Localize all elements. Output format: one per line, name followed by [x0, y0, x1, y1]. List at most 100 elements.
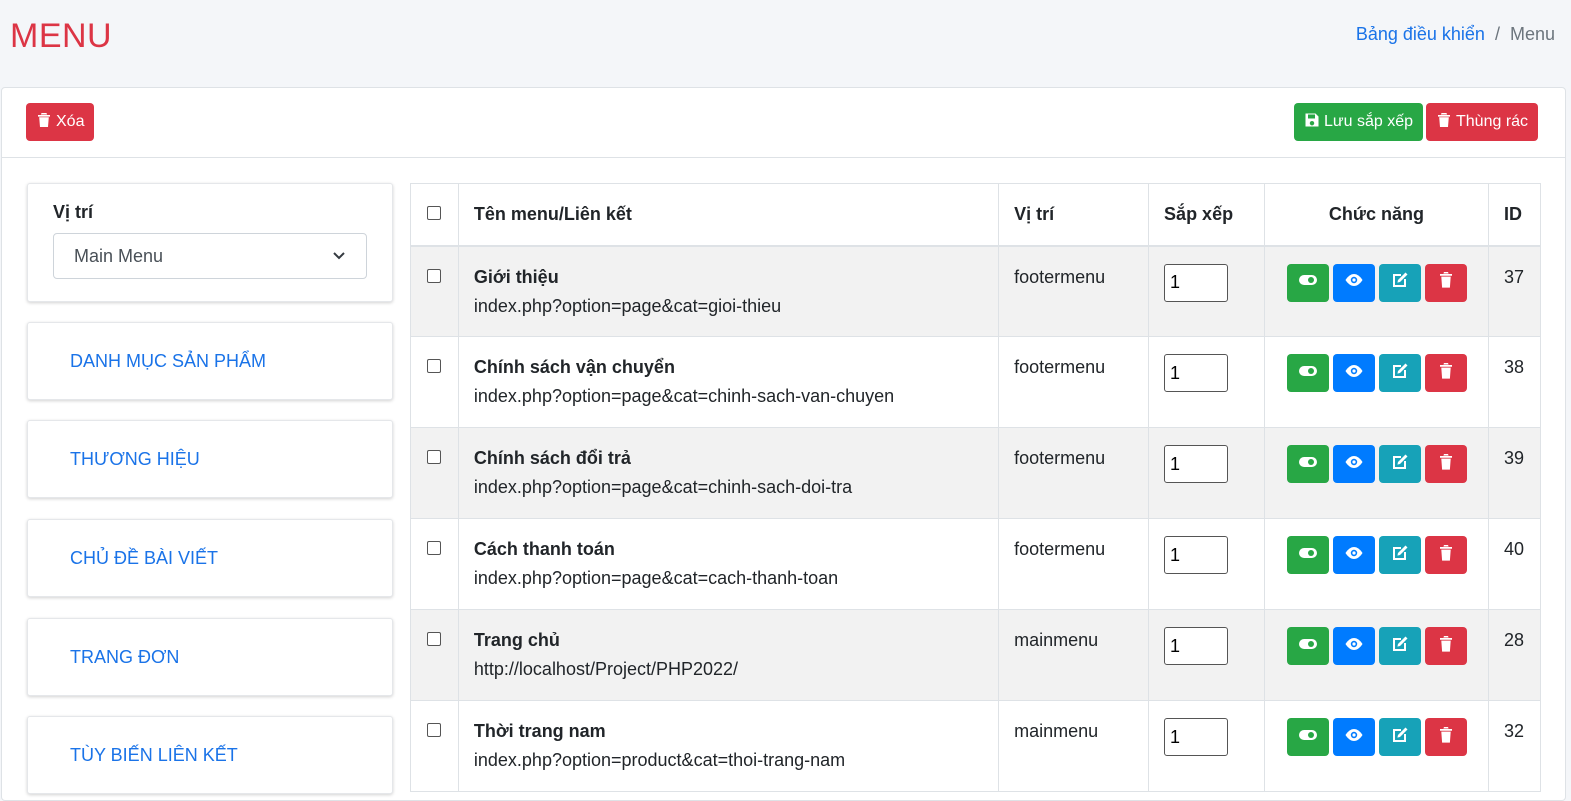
breadcrumb-current: Menu	[1509, 24, 1555, 44]
sort-order-input[interactable]	[1164, 263, 1229, 302]
table-header-row: Tên menu/Liên kết Vị trí Sắp xếp Chức nă…	[410, 183, 1542, 247]
menu-link: index.php?option=page&cat=chinh-sach-van…	[473, 386, 895, 406]
edit-button[interactable]	[1378, 536, 1421, 574]
row-select-cell	[410, 609, 459, 701]
delete-row-button[interactable]	[1424, 627, 1467, 665]
toggle-status-button[interactable]	[1286, 718, 1329, 756]
edit-icon	[1390, 361, 1410, 386]
page-title: MENU	[10, 17, 113, 55]
position-select-value: Main Menu	[74, 245, 164, 266]
edit-button[interactable]	[1378, 445, 1421, 483]
toggle-on-icon	[1298, 452, 1318, 477]
row-checkbox[interactable]	[427, 450, 442, 464]
edit-button[interactable]	[1378, 718, 1421, 756]
sidebar-link-custom-link[interactable]: TÙY BIẾN LIÊN KẾT	[27, 716, 393, 794]
view-button[interactable]	[1332, 536, 1375, 574]
row-name-cell: Cách thanh toán index.php?option=page&ca…	[457, 518, 1000, 610]
delete-button-label: Xóa	[56, 113, 85, 130]
menu-id: 38	[1487, 336, 1542, 428]
row-checkbox[interactable]	[427, 359, 442, 373]
row-select-cell	[410, 245, 459, 337]
trash-button[interactable]: Thùng rác	[1426, 103, 1539, 141]
menu-position: footermenu	[998, 427, 1150, 519]
eye-icon	[1344, 361, 1364, 386]
menu-id: 28	[1487, 609, 1542, 701]
menu-position: footermenu	[998, 245, 1150, 337]
select-all-checkbox[interactable]	[427, 205, 442, 220]
sidebar-link-single-page[interactable]: TRANG ĐƠN	[27, 618, 393, 696]
row-checkbox[interactable]	[427, 632, 442, 646]
main-card: Xóa Lưu sắp xếp Thùng rác Vị trí Main Me…	[1, 87, 1566, 801]
table-row: Trang chủ http://localhost/Project/PHP20…	[410, 609, 1542, 701]
edit-button[interactable]	[1378, 354, 1421, 392]
sidebar-link-product-category[interactable]: DANH MỤC SẢN PHẨM	[27, 322, 393, 400]
table-row: Chính sách đổi trả index.php?option=page…	[410, 427, 1542, 519]
toggle-status-button[interactable]	[1286, 263, 1329, 302]
sort-order-input[interactable]	[1164, 536, 1229, 574]
row-sort-cell	[1148, 609, 1265, 701]
menu-link: index.php?option=product&cat=thoi-trang-…	[473, 750, 846, 770]
sort-order-input[interactable]	[1164, 718, 1229, 756]
menu-position: mainmenu	[998, 609, 1150, 701]
delete-row-button[interactable]	[1424, 445, 1467, 483]
save-icon	[1304, 112, 1320, 133]
toggle-status-button[interactable]	[1286, 445, 1329, 483]
row-actions-cell	[1263, 518, 1489, 610]
edit-icon	[1390, 452, 1410, 477]
row-checkbox[interactable]	[427, 541, 442, 555]
row-select-cell	[410, 700, 459, 792]
chevron-down-icon	[332, 246, 346, 267]
trash-icon	[1436, 361, 1456, 386]
toggle-status-button[interactable]	[1286, 536, 1329, 574]
header-sort: Sắp xếp	[1148, 183, 1265, 247]
sidebar-link-brand[interactable]: THƯƠNG HIỆU	[27, 420, 393, 498]
row-sort-cell	[1148, 700, 1265, 792]
toggle-status-button[interactable]	[1286, 354, 1329, 392]
row-name-cell: Thời trang nam index.php?option=product&…	[457, 700, 1000, 792]
view-button[interactable]	[1332, 263, 1375, 302]
trash-icon	[1436, 634, 1456, 659]
trash-icon	[1436, 725, 1456, 750]
delete-row-button[interactable]	[1424, 536, 1467, 574]
toggle-on-icon	[1298, 634, 1318, 659]
row-sort-cell	[1148, 427, 1265, 519]
menu-position: footermenu	[998, 518, 1150, 610]
card-header: Xóa Lưu sắp xếp Thùng rác	[2, 88, 1565, 158]
table-row: Chính sách vận chuyển index.php?option=p…	[410, 336, 1542, 428]
view-button[interactable]	[1332, 445, 1375, 483]
row-select-cell	[410, 427, 459, 519]
sort-order-input[interactable]	[1164, 354, 1229, 392]
save-order-button[interactable]: Lưu sắp xếp	[1294, 103, 1423, 141]
toggle-on-icon	[1298, 725, 1318, 750]
sort-order-input[interactable]	[1164, 627, 1229, 665]
view-button[interactable]	[1332, 627, 1375, 665]
eye-icon	[1344, 543, 1364, 568]
edit-button[interactable]	[1378, 627, 1421, 665]
menu-position: mainmenu	[998, 700, 1150, 792]
view-button[interactable]	[1332, 718, 1375, 756]
trash-icon	[1436, 270, 1456, 295]
row-name-cell: Chính sách đổi trả index.php?option=page…	[457, 427, 1000, 519]
view-button[interactable]	[1332, 354, 1375, 392]
delete-row-button[interactable]	[1424, 354, 1467, 392]
eye-icon	[1344, 725, 1364, 750]
menu-id: 32	[1487, 700, 1542, 792]
toggle-status-button[interactable]	[1286, 627, 1329, 665]
breadcrumb-home-link[interactable]: Bảng điều khiển	[1356, 24, 1485, 45]
eye-icon	[1344, 452, 1364, 477]
sidebar-link-post-topic[interactable]: CHỦ ĐỀ BÀI VIẾT	[27, 519, 393, 597]
edit-button[interactable]	[1378, 263, 1421, 302]
trash-icon	[1436, 112, 1452, 133]
sort-order-input[interactable]	[1164, 445, 1229, 483]
delete-button[interactable]: Xóa	[26, 103, 95, 141]
position-select[interactable]: Main Menu	[53, 233, 367, 279]
menu-name: Chính sách đổi trả	[473, 448, 631, 468]
row-checkbox[interactable]	[427, 723, 442, 737]
row-checkbox[interactable]	[427, 268, 442, 283]
edit-icon	[1390, 270, 1410, 295]
delete-row-button[interactable]	[1424, 263, 1467, 302]
delete-row-button[interactable]	[1424, 718, 1467, 756]
menu-link: index.php?option=page&cat=chinh-sach-doi…	[473, 477, 853, 497]
edit-icon	[1390, 543, 1410, 568]
table-row: Giới thiệu index.php?option=page&cat=gio…	[410, 245, 1542, 337]
